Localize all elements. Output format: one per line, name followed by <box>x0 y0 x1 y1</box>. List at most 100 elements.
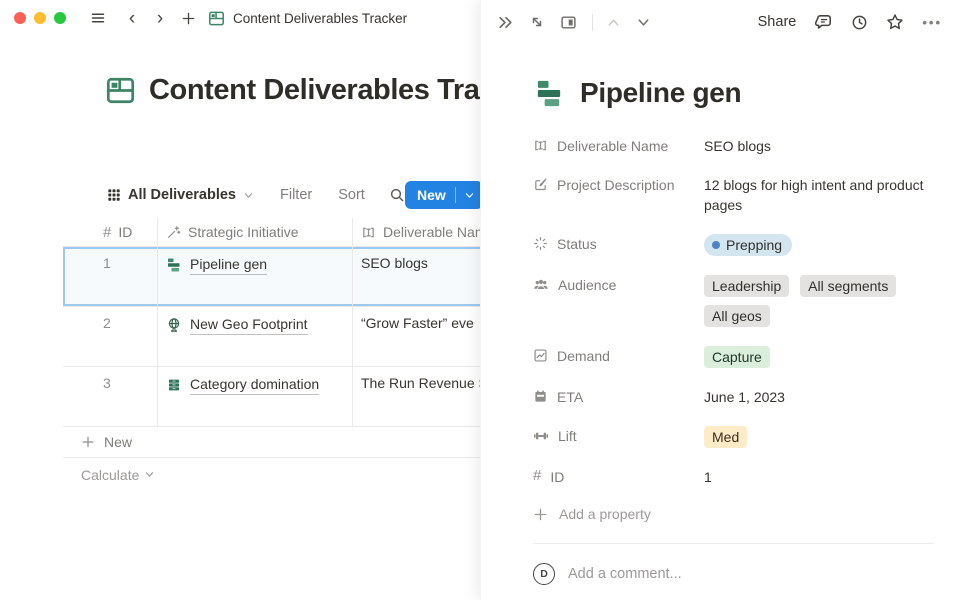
edit-icon <box>533 177 548 192</box>
view-tab-all-deliverables[interactable]: All Deliverables <box>107 187 254 203</box>
more-options-icon[interactable]: ••• <box>922 15 942 30</box>
cell-strategic-initiative[interactable]: New Geo Footprint <box>158 307 353 366</box>
new-record-dropdown[interactable] <box>456 190 483 201</box>
property-label-project-description[interactable]: Project Description <box>533 175 704 215</box>
add-property-button[interactable]: Add a property <box>533 506 936 522</box>
property-label-lift[interactable]: Lift <box>533 426 704 448</box>
column-header-id[interactable]: # ID <box>63 218 158 246</box>
people-icon <box>533 277 549 293</box>
property-label-status[interactable]: Status <box>533 234 704 256</box>
property-value[interactable]: 12 blogs for high intent and product pag… <box>704 175 930 215</box>
cell-strategic-initiative[interactable]: Category domination <box>158 367 353 426</box>
record-title[interactable]: Pipeline gen <box>580 77 741 109</box>
cell-id[interactable]: 3 <box>63 367 158 426</box>
property-row: Demand Capture <box>533 346 936 368</box>
favorite-star-icon[interactable] <box>886 13 904 31</box>
calendar-icon <box>533 389 548 404</box>
plus-icon <box>533 507 548 522</box>
text-icon <box>533 138 548 153</box>
audience-tag[interactable]: Leadership <box>704 275 789 297</box>
property-label-deliverable-name[interactable]: Deliverable Name <box>533 136 704 156</box>
page-table-icon <box>206 8 226 28</box>
close-peek-icon[interactable] <box>497 14 514 31</box>
property-row: ETA June 1, 2023 <box>533 387 936 407</box>
text-icon <box>361 225 376 240</box>
property-label-id[interactable]: # ID <box>533 467 704 487</box>
property-value: Prepping <box>704 234 930 256</box>
property-row: Status Prepping <box>533 234 936 256</box>
forward-button[interactable]: › <box>150 8 170 28</box>
spinner-icon <box>533 236 548 251</box>
comment-input[interactable]: Add a comment... <box>568 566 934 582</box>
sort-button[interactable]: Sort <box>338 187 365 203</box>
globe-icon <box>166 317 182 333</box>
audience-tag[interactable]: All geos <box>704 305 770 327</box>
status-dot <box>712 241 720 249</box>
plus-icon <box>81 435 95 449</box>
avatar: D <box>533 563 555 585</box>
property-value[interactable]: SEO blogs <box>704 136 930 156</box>
property-row: Deliverable Name SEO blogs <box>533 136 936 156</box>
sidebar-menu-icon[interactable] <box>88 8 108 28</box>
peek-header: Share ••• <box>481 0 960 44</box>
property-label-eta[interactable]: ETA <box>533 387 704 407</box>
wand-icon <box>166 225 181 240</box>
property-value[interactable]: June 1, 2023 <box>704 387 930 407</box>
view-toolbar: All Deliverables Filter Sort ••• <box>107 180 444 210</box>
property-row: # ID 1 <box>533 467 936 487</box>
close-window-button[interactable] <box>14 12 26 24</box>
property-label-audience[interactable]: Audience <box>533 275 704 327</box>
hash-icon: # <box>533 468 541 483</box>
expand-page-icon[interactable] <box>529 14 545 30</box>
zoom-window-button[interactable] <box>54 12 66 24</box>
dumbbell-icon <box>533 428 549 444</box>
record-peek-panel: Share ••• Pipeline gen Deliverable Name … <box>480 0 960 600</box>
divider <box>533 543 934 544</box>
share-button[interactable]: Share <box>758 14 797 30</box>
property-value[interactable]: 1 <box>704 467 930 487</box>
chevron-down-icon <box>243 190 254 201</box>
breadcrumb-page-title[interactable]: Content Deliverables Tracker <box>233 11 407 26</box>
search-icon[interactable] <box>389 187 405 203</box>
new-record-button[interactable]: New <box>405 181 483 209</box>
audience-tag[interactable]: All segments <box>800 275 896 297</box>
bar-chart-icon <box>166 257 182 273</box>
column-header-strategic-initiative[interactable]: Strategic Initiative <box>158 218 353 246</box>
new-tab-button[interactable] <box>178 8 198 28</box>
chevron-down-icon[interactable] <box>636 15 651 30</box>
property-list: Deliverable Name SEO blogs Project Descr… <box>533 136 936 522</box>
page-table-icon[interactable] <box>105 75 136 106</box>
hash-icon: # <box>103 225 111 240</box>
table-view-icon <box>107 188 121 202</box>
status-badge[interactable]: Prepping <box>704 234 792 256</box>
comments-icon[interactable] <box>815 13 833 31</box>
property-row: Project Description 12 blogs for high in… <box>533 175 936 215</box>
side-peek-icon[interactable] <box>560 14 577 31</box>
bar-chart-icon[interactable] <box>534 78 565 109</box>
back-button[interactable]: ‹ <box>122 8 142 28</box>
divider <box>592 14 593 31</box>
stack-icon <box>166 377 182 393</box>
chevron-down-icon <box>144 469 155 480</box>
cell-strategic-initiative[interactable]: Pipeline gen <box>158 247 353 306</box>
cell-id[interactable]: 1 <box>63 247 158 306</box>
demand-tag[interactable]: Capture <box>704 346 770 368</box>
minimize-window-button[interactable] <box>34 12 46 24</box>
trend-chart-icon <box>533 348 548 363</box>
comment-row: D Add a comment... <box>533 563 934 585</box>
property-row: Lift Med <box>533 426 936 448</box>
lift-tag[interactable]: Med <box>704 426 747 448</box>
peek-actions: ••• <box>815 13 942 31</box>
page-header: Content Deliverables Tracker <box>105 74 538 107</box>
property-value: Capture <box>704 346 930 368</box>
filter-button[interactable]: Filter <box>280 187 312 203</box>
record-title-row: Pipeline gen <box>534 77 936 109</box>
property-value: Med <box>704 426 930 448</box>
chevron-up-icon[interactable] <box>606 15 621 30</box>
property-value: Leadership All segments All geos <box>704 275 930 335</box>
cell-id[interactable]: 2 <box>63 307 158 366</box>
history-clock-icon[interactable] <box>851 14 868 31</box>
property-label-demand[interactable]: Demand <box>533 346 704 368</box>
property-row: Audience Leadership All segments All geo… <box>533 275 936 327</box>
app-window: ‹ › Content Deliverables Tracker Content… <box>0 0 960 600</box>
